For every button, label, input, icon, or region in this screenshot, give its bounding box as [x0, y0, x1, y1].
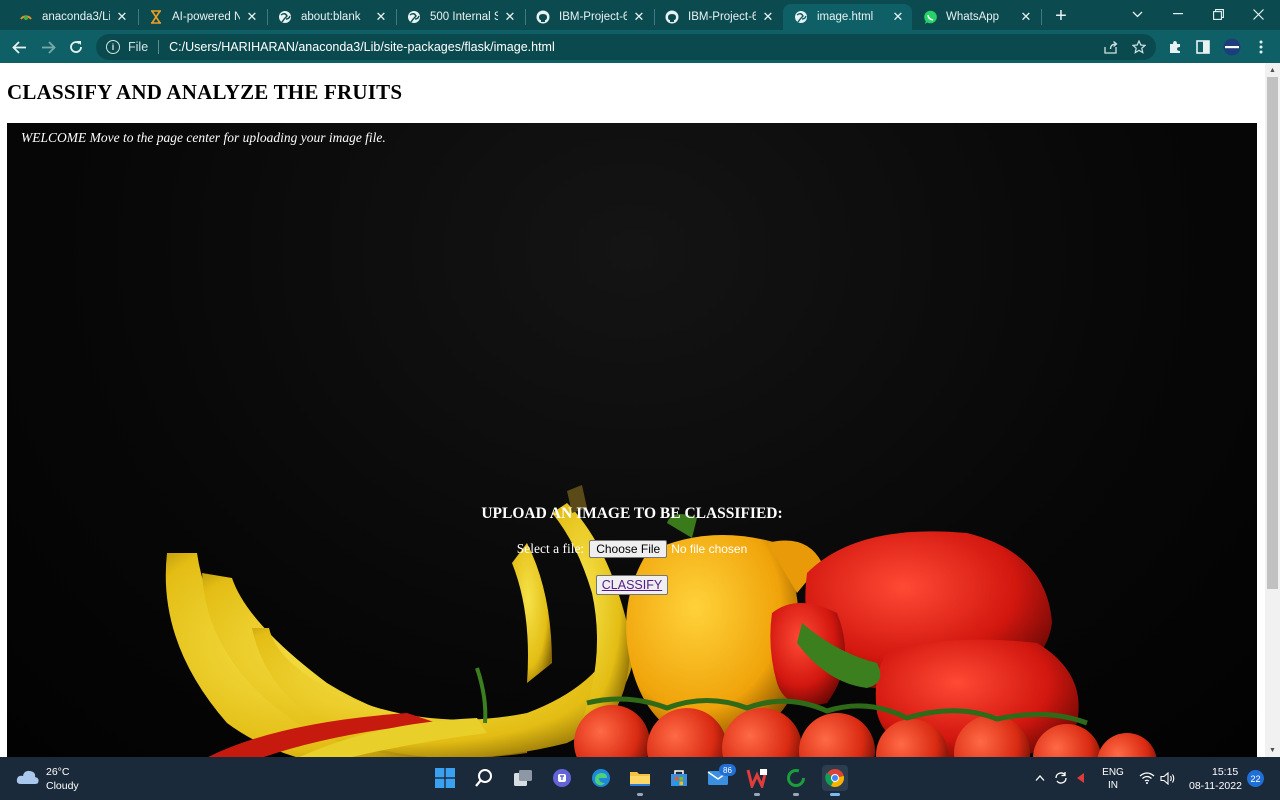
- tab-separator: [1041, 9, 1042, 25]
- cloudy-weather-icon[interactable]: [16, 768, 40, 786]
- share-icon[interactable]: [1102, 39, 1120, 55]
- bookmark-star-icon[interactable]: [1130, 39, 1148, 55]
- file-input-label: Select a file:: [516, 541, 585, 556]
- close-icon[interactable]: ✕: [631, 9, 647, 25]
- language-indicator[interactable]: ENG IN: [1099, 766, 1127, 792]
- menu-kebab-icon[interactable]: [1251, 37, 1271, 57]
- chrome-browser-icon[interactable]: [822, 765, 848, 791]
- tab-title: IBM-Project-67: [559, 11, 627, 23]
- close-icon[interactable]: ✕: [244, 9, 260, 25]
- address-bar[interactable]: i File C:/Users/HARIHARAN/anaconda3/Lib/…: [96, 34, 1156, 60]
- file-status-text: No file chosen: [671, 542, 748, 556]
- address-divider: [158, 40, 160, 54]
- github-icon: [664, 9, 680, 25]
- tab-title: anaconda3/Lib: [42, 11, 110, 23]
- wps-office-icon[interactable]: [744, 765, 770, 791]
- site-scheme-label: File: [128, 40, 149, 54]
- file-input-row: Select a file: Choose File No file chose…: [7, 540, 1257, 558]
- welcome-message: WELCOME Move to the page center for uplo…: [21, 130, 386, 145]
- vertical-scrollbar[interactable]: ▲ ▼: [1265, 63, 1280, 757]
- page-viewport: CLASSIFY AND ANALYZE THE FRUITS WELCOME …: [0, 63, 1280, 757]
- clock-date[interactable]: 08-11-2022: [1189, 780, 1242, 792]
- tab-title: image.html: [817, 11, 874, 23]
- mail-unread-badge: 86: [719, 764, 736, 776]
- close-icon[interactable]: ✕: [760, 9, 776, 25]
- file-explorer-icon[interactable]: [627, 765, 653, 791]
- whatsapp-icon: [922, 9, 938, 25]
- windows-taskbar: 26°C Cloudy 86 ENG IN 15:15 08-11-2022 2…: [0, 757, 1280, 800]
- globe-icon: [277, 9, 293, 25]
- browser-toolbar: i File C:/Users/HARIHARAN/anaconda3/Lib/…: [0, 30, 1280, 63]
- side-panel-icon[interactable]: [1193, 37, 1213, 57]
- active-indicator: [830, 793, 840, 796]
- running-indicator: [793, 793, 799, 796]
- fruit-background-section: WELCOME Move to the page center for uplo…: [7, 123, 1257, 757]
- volume-icon[interactable]: [1160, 770, 1176, 786]
- forward-arrow-icon[interactable]: [36, 35, 60, 59]
- running-indicator: [754, 793, 760, 796]
- tab-ai-powered[interactable]: AI-powered Nu ✕: [138, 4, 266, 30]
- anaconda-icon: [18, 9, 34, 25]
- language-code: ENG: [1102, 767, 1124, 778]
- back-arrow-icon[interactable]: [7, 35, 31, 59]
- wifi-icon[interactable]: [1139, 770, 1155, 786]
- search-icon[interactable]: [471, 765, 497, 791]
- region-code: IN: [1108, 780, 1118, 791]
- close-window-icon[interactable]: [1238, 2, 1278, 26]
- tab-search-icon[interactable]: [1117, 2, 1157, 26]
- reload-icon[interactable]: [64, 35, 88, 59]
- clock-time[interactable]: 15:15: [1212, 766, 1238, 778]
- fruit-background-image: [165, 485, 1157, 757]
- sync-icon[interactable]: [1053, 770, 1069, 786]
- close-icon[interactable]: ✕: [890, 9, 906, 25]
- running-indicator: [637, 793, 643, 796]
- tab-ibm-project-2[interactable]: IBM-Project-67 ✕: [654, 4, 782, 30]
- minimize-icon[interactable]: [1158, 2, 1198, 26]
- tab-title: IBM-Project-67: [688, 11, 756, 23]
- globe-icon: [406, 9, 422, 25]
- close-icon[interactable]: ✕: [114, 9, 130, 25]
- tab-whatsapp[interactable]: WhatsApp ✕: [912, 4, 1040, 30]
- tab-title: 500 Internal Se: [430, 11, 498, 23]
- restore-icon[interactable]: [1198, 2, 1238, 26]
- microsoft-store-icon[interactable]: [666, 765, 692, 791]
- tab-anaconda[interactable]: anaconda3/Lib ✕: [8, 4, 136, 30]
- red-arrow-icon[interactable]: [1072, 770, 1088, 786]
- address-url[interactable]: C:/Users/HARIHARAN/anaconda3/Lib/site-pa…: [169, 40, 555, 54]
- page-title: CLASSIFY AND ANALYZE THE FRUITS: [7, 80, 403, 104]
- tab-title: about:blank: [301, 11, 361, 23]
- scroll-down-arrow-icon[interactable]: ▼: [1265, 743, 1280, 757]
- profile-avatar-icon[interactable]: [1222, 37, 1242, 57]
- close-icon[interactable]: ✕: [1018, 9, 1034, 25]
- close-icon[interactable]: ✕: [373, 9, 389, 25]
- teams-chat-icon[interactable]: [549, 765, 575, 791]
- upload-heading: UPLOAD AN IMAGE TO BE CLASSIFIED:: [481, 505, 783, 522]
- choose-file-button[interactable]: Choose File: [589, 540, 668, 558]
- spinner-app-icon[interactable]: [783, 765, 809, 791]
- new-tab-button[interactable]: +: [1050, 5, 1072, 27]
- tab-500-error[interactable]: 500 Internal Se ✕: [396, 4, 524, 30]
- tab-strip: anaconda3/Lib ✕ AI-powered Nu ✕ about:bl…: [0, 0, 1280, 30]
- tab-ibm-project-1[interactable]: IBM-Project-67 ✕: [525, 4, 653, 30]
- classify-button[interactable]: CLASSIFY: [596, 575, 668, 595]
- extensions-puzzle-icon[interactable]: [1165, 37, 1185, 57]
- scrollbar-thumb[interactable]: [1267, 77, 1278, 589]
- start-windows-icon[interactable]: [432, 765, 458, 791]
- tab-about-blank[interactable]: about:blank ✕: [267, 4, 395, 30]
- weather-condition[interactable]: Cloudy: [46, 780, 79, 792]
- tab-image-html[interactable]: image.html ✕: [783, 4, 912, 30]
- notification-count-badge[interactable]: 22: [1247, 770, 1264, 787]
- task-view-icon[interactable]: [510, 765, 536, 791]
- scroll-up-arrow-icon[interactable]: ▲: [1265, 63, 1280, 77]
- tab-title: AI-powered Nu: [172, 11, 240, 23]
- tab-title: WhatsApp: [946, 11, 1000, 23]
- info-icon[interactable]: i: [106, 40, 120, 54]
- hourglass-icon: [148, 9, 164, 25]
- github-icon: [535, 9, 551, 25]
- edge-browser-icon[interactable]: [588, 765, 614, 791]
- show-hidden-icons-chevron-icon[interactable]: [1032, 770, 1048, 786]
- close-icon[interactable]: ✕: [502, 9, 518, 25]
- weather-temperature[interactable]: 26°C: [46, 766, 69, 778]
- globe-icon: [793, 9, 809, 25]
